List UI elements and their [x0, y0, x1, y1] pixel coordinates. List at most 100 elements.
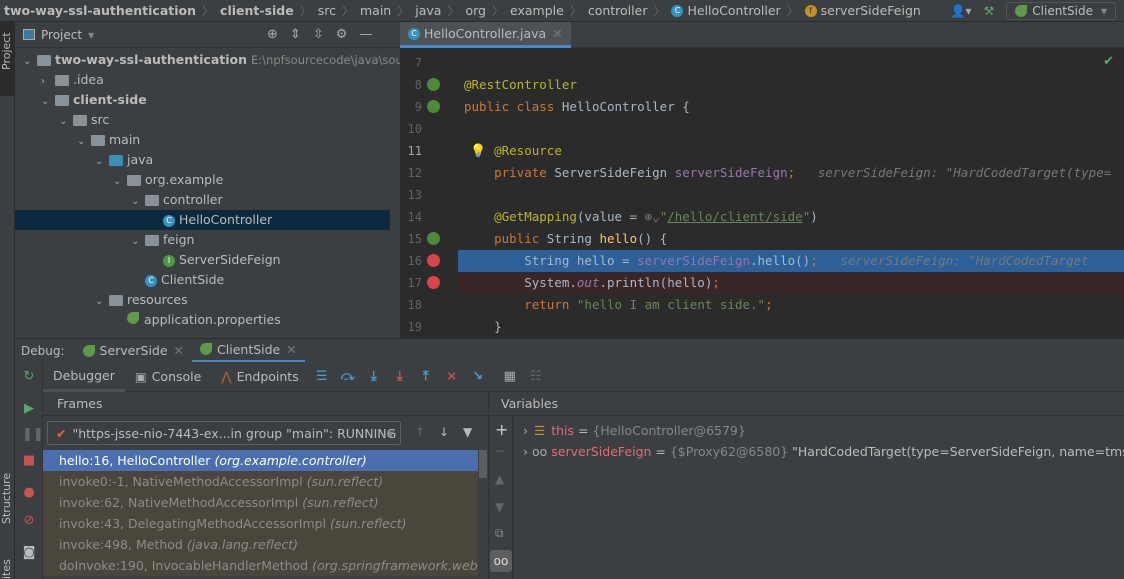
drop-frame-icon[interactable]: ⨯ [439, 369, 465, 384]
spring-bean-gutter-icon[interactable] [427, 100, 440, 113]
tree-item[interactable]: ⌄ resources [15, 290, 390, 310]
frame-row[interactable]: hello:16, HelloController (org.example.c… [43, 450, 478, 471]
chevron-down-icon[interactable]: ⌄ [23, 52, 37, 72]
breadcrumb-item[interactable]: client-side [220, 3, 294, 18]
spring-bean-gutter-icon[interactable] [427, 78, 440, 91]
breadcrumb-item[interactable]: HelloController [687, 3, 780, 18]
line-number[interactable]: 9 [400, 96, 422, 118]
chevron-down-icon[interactable]: ⌄ [95, 152, 109, 172]
variable-row[interactable]: › oo serverSideFeign = {$Proxy62@6580} "Ha… [523, 441, 1124, 462]
tree-item[interactable]: ⌄ controller [15, 190, 390, 210]
session-tab-serverside[interactable]: ServerSide ✕ [75, 339, 193, 363]
tree-item[interactable]: C HelloController [15, 210, 390, 230]
locate-icon[interactable]: ⊕ [267, 27, 278, 42]
line-number[interactable]: 17 [400, 272, 422, 294]
resume-icon[interactable]: ▶ [22, 402, 36, 416]
close-tab-icon[interactable]: ✕ [552, 26, 562, 41]
code-line[interactable]: public class HelloController { [464, 96, 690, 118]
breadcrumb-item[interactable]: src [318, 3, 336, 18]
gear-icon[interactable]: ⚙ [336, 27, 348, 42]
force-step-into-icon[interactable]: ⤓ [387, 369, 413, 384]
remove-watch-icon[interactable]: − [495, 444, 505, 458]
code-line[interactable]: String hello = serverSideFeign.hello(); … [464, 250, 1088, 272]
close-session-icon[interactable]: ✕ [174, 343, 184, 358]
chevron-down-icon[interactable]: ⌄ [59, 112, 73, 132]
step-out-icon[interactable]: ⤒ [413, 369, 439, 384]
breadcrumb-item[interactable]: java [415, 3, 441, 18]
code-line[interactable]: private ServerSideFeign serverSideFeign;… [464, 162, 1111, 184]
mute-breakpoints-icon[interactable]: ⊘ [22, 514, 36, 528]
breadcrumb-item[interactable]: controller [588, 3, 648, 18]
variable-row[interactable]: › ☰ this = {HelloController@6579} [523, 420, 746, 441]
copy-icon[interactable]: ⧉ [495, 526, 504, 541]
lightbulb-icon[interactable]: 💡 [470, 144, 486, 159]
tree-item[interactable]: C ClientSide [15, 270, 390, 290]
view-breakpoints-icon[interactable]: ● [22, 486, 36, 500]
code-line[interactable]: public String hello() { [464, 228, 667, 250]
frame-row[interactable]: invoke:498, Method (java.lang.reflect) [43, 534, 478, 555]
line-number[interactable]: 14 [400, 206, 422, 228]
breadcrumb-item[interactable]: two-way-ssl-authentication [4, 3, 196, 18]
trace-icon[interactable]: ☷ [523, 369, 549, 384]
tree-item[interactable]: application.properties [15, 310, 390, 330]
show-watches-icon[interactable]: oo [490, 550, 512, 572]
add-watch-icon[interactable]: + [495, 420, 508, 439]
session-tab-clientside[interactable]: ClientSide ✕ [192, 339, 305, 363]
line-number[interactable]: 12 [400, 162, 422, 184]
frame-row[interactable]: doInvoke:190, InvocableHandlerMethod (or… [43, 555, 478, 576]
layout-icon[interactable]: ☰ [309, 369, 335, 384]
chevron-down-icon[interactable]: ⌄ [41, 92, 55, 112]
expand-arrow-icon[interactable]: › [523, 423, 528, 438]
tree-item[interactable]: ⌄ org.example [15, 170, 390, 190]
build-hammer-icon[interactable]: ⚒ [984, 4, 995, 18]
close-session-icon[interactable]: ✕ [286, 342, 296, 357]
breadcrumb-item[interactable]: org [465, 3, 486, 18]
run-to-cursor-icon[interactable]: ↘ [465, 369, 491, 384]
line-number[interactable]: 15 [400, 228, 422, 250]
tree-item[interactable]: ⌄ src [15, 110, 390, 130]
tree-item[interactable]: I ServerSideFeign [15, 250, 390, 270]
step-over-icon[interactable]: ⤼ [335, 369, 361, 384]
run-config-selector[interactable]: ClientSide ▾ [1006, 2, 1116, 20]
thread-selector[interactable]: ✔ "https-jsse-nio-7443-ex...in group "mai… [47, 421, 401, 445]
chevron-down-icon[interactable]: ⌄ [77, 132, 91, 152]
frame-row[interactable]: invoke:62, NativeMethodAccessorImpl (sun… [43, 492, 478, 513]
line-number[interactable]: 8 [400, 74, 422, 96]
chevron-down-icon[interactable]: ⌄ [131, 192, 145, 212]
stop-icon[interactable]: ■ [22, 454, 36, 468]
breadcrumb-item[interactable]: example [510, 3, 564, 18]
chevron-right-icon[interactable]: › [41, 72, 55, 92]
project-tool-label[interactable]: Project [0, 32, 13, 70]
collapse-all-icon[interactable]: ⇳ [313, 27, 324, 42]
tree-item[interactable]: ⌄ two-way-ssl-authentication E:\npfsource… [15, 50, 414, 72]
camera-icon[interactable]: ◙ [22, 546, 36, 560]
tab-debugger[interactable]: Debugger [43, 361, 125, 392]
code-line[interactable]: return "hello I am client side."; [464, 294, 772, 316]
line-number[interactable]: 18 [400, 294, 422, 316]
tab-console[interactable]: ▣ Console [125, 362, 211, 392]
frame-row[interactable]: invoke:43, DelegatingMethodAccessorImpl … [43, 513, 478, 534]
pause-icon[interactable]: ❚❚ [22, 428, 44, 442]
tab-hello-controller[interactable]: C HelloController.java ✕ [400, 22, 571, 48]
line-number[interactable]: 7 [400, 52, 422, 74]
line-number[interactable]: 10 [400, 118, 422, 140]
line-number[interactable]: 11 [400, 140, 422, 162]
project-view-selector[interactable]: Project [41, 28, 82, 42]
expand-arrow-icon[interactable]: › [523, 444, 528, 459]
rerun-icon[interactable]: ↻ [22, 370, 36, 384]
move-down-icon[interactable]: ▼ [495, 500, 504, 514]
tree-item[interactable]: › .idea [15, 70, 390, 90]
tree-item[interactable]: ⌄ client-side [15, 90, 390, 110]
step-into-icon[interactable]: ⤓ [361, 369, 387, 384]
line-number[interactable]: 19 [400, 316, 422, 338]
breadcrumb-item[interactable]: serverSideFeign [821, 3, 921, 18]
breakpoint-icon[interactable] [427, 276, 440, 289]
chevron-down-icon[interactable]: ⌄ [113, 172, 127, 192]
code-line[interactable]: System.out.println(hello); [464, 272, 720, 294]
hide-icon[interactable]: — [359, 27, 372, 42]
tab-endpoints[interactable]: ⋀ Endpoints [211, 362, 308, 392]
previous-frame-icon[interactable]: ↑ [415, 425, 425, 439]
code-line[interactable]: @RestController [464, 74, 577, 96]
user-icon[interactable]: 👤▾ [951, 4, 972, 18]
line-number[interactable]: 16 [400, 250, 422, 272]
